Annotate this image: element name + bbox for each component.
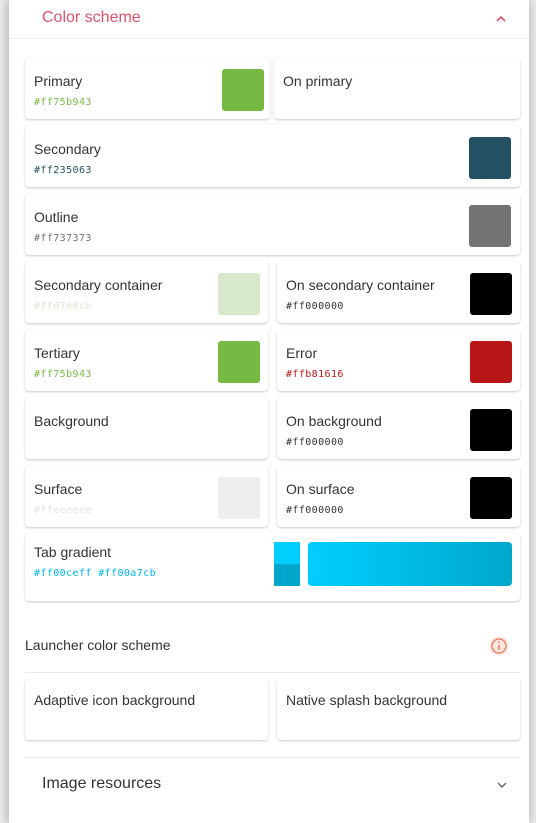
tab-gradient-label: Tab gradient [34, 544, 112, 560]
secondary-color-card[interactable]: Secondary #ff235063 [25, 125, 520, 187]
outline-color-card[interactable]: Outline #ff737373 [25, 193, 520, 255]
adaptive-icon-background-label: Adaptive icon background [34, 692, 196, 708]
background-color-card[interactable]: Background [25, 397, 268, 459]
tertiary-swatch[interactable] [218, 341, 260, 383]
on-background-value: #ff000000 [286, 437, 344, 448]
gradient-start-swatch[interactable] [274, 542, 300, 564]
on-secondary-container-color-card[interactable]: On secondary container #ff000000 [277, 261, 520, 323]
native-splash-background-card[interactable]: Native splash background [277, 678, 520, 740]
outline-value: #ff737373 [34, 233, 92, 244]
primary-swatch[interactable] [222, 69, 264, 111]
native-splash-background-label: Native splash background [286, 692, 448, 708]
secondary-container-value: #ffd7e8cb [34, 301, 92, 312]
surface-color-card[interactable]: Surface #ffeeeeee [25, 465, 268, 527]
error-label: Error [286, 345, 318, 361]
background-label: Background [34, 413, 109, 429]
color-scheme-header[interactable]: Color scheme [9, 0, 529, 39]
secondary-container-label: Secondary container [34, 277, 163, 293]
error-color-card[interactable]: Error #ffb81616 [277, 329, 520, 391]
secondary-container-color-card[interactable]: Secondary container #ffd7e8cb [25, 261, 268, 323]
on-background-swatch[interactable] [470, 409, 512, 451]
on-primary-label: On primary [283, 73, 353, 89]
tab-gradient-card[interactable]: Tab gradient #ff00ceff #ff00a7cb [25, 533, 520, 601]
color-scheme-title: Color scheme [42, 9, 141, 26]
error-swatch[interactable] [470, 341, 512, 383]
on-surface-swatch[interactable] [470, 477, 512, 519]
on-secondary-container-label: On secondary container [286, 277, 435, 293]
on-background-color-card[interactable]: On background #ff000000 [277, 397, 520, 459]
on-secondary-container-value: #ff000000 [286, 301, 344, 312]
on-surface-value: #ff000000 [286, 505, 344, 516]
tab-gradient-value: #ff00ceff #ff00a7cb [34, 568, 156, 579]
tertiary-color-card[interactable]: Tertiary #ff75b943 [25, 329, 268, 391]
primary-label: Primary [34, 73, 83, 89]
primary-color-card[interactable]: Primary #ff75b943 [25, 57, 270, 119]
on-surface-color-card[interactable]: On surface #ff000000 [277, 465, 520, 527]
on-background-label: On background [286, 413, 382, 429]
outline-swatch[interactable] [469, 205, 511, 247]
tertiary-value: #ff75b943 [34, 369, 92, 380]
chevron-up-icon[interactable] [495, 13, 507, 25]
image-resources-title: Image resources [42, 775, 162, 792]
outline-label: Outline [34, 209, 79, 225]
chevron-down-icon[interactable] [496, 779, 508, 791]
adaptive-icon-background-card[interactable]: Adaptive icon background [25, 678, 268, 740]
image-resources-header[interactable]: Image resources [25, 758, 520, 813]
on-secondary-container-swatch[interactable] [470, 273, 512, 315]
surface-value: #ffeeeeee [34, 505, 92, 516]
on-surface-label: On surface [286, 481, 355, 497]
primary-value: #ff75b943 [34, 97, 92, 108]
on-primary-color-card[interactable]: On primary [274, 57, 520, 119]
error-value: #ffb81616 [286, 369, 344, 380]
gradient-preview[interactable] [308, 542, 512, 586]
launcher-divider [25, 672, 520, 673]
surface-label: Surface [34, 481, 83, 497]
secondary-swatch[interactable] [469, 137, 511, 179]
info-icon[interactable] [489, 636, 509, 656]
secondary-value: #ff235063 [34, 165, 92, 176]
secondary-label: Secondary [34, 141, 101, 157]
gradient-end-swatch[interactable] [274, 564, 300, 586]
tertiary-label: Tertiary [34, 345, 80, 361]
launcher-color-scheme-title: Launcher color scheme [25, 637, 171, 653]
surface-swatch[interactable] [218, 477, 260, 519]
secondary-container-swatch[interactable] [218, 273, 260, 315]
